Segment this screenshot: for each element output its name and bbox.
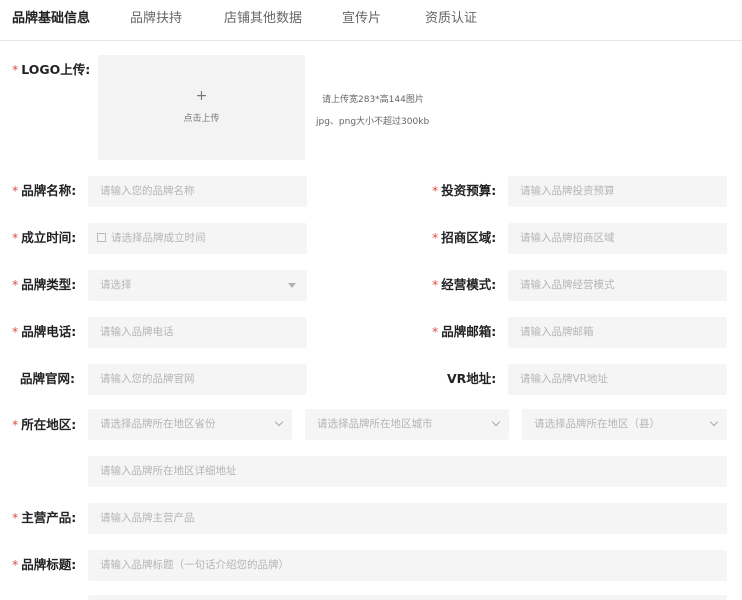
investment-budget-label-text: 投资预算: <box>441 183 497 198</box>
region-label: * 招商区域: <box>432 230 496 246</box>
business-mode-label: * 经营模式: <box>432 277 496 293</box>
investment-budget-input[interactable]: 请输入品牌投资预算 <box>508 176 727 207</box>
county-select[interactable]: 请选择品牌所在地区（县） <box>522 409 727 440</box>
tab-qualification[interactable]: 资质认证 <box>425 10 477 28</box>
founded-time-label: * 成立时间: <box>12 230 76 246</box>
business-mode-label-text: 经营模式: <box>441 277 497 292</box>
business-mode-input[interactable]: 请输入品牌经营模式 <box>508 270 727 301</box>
location-label: * 所在地区: <box>12 417 76 433</box>
location-label-text: 所在地区: <box>21 417 77 432</box>
main-products-label-text: 主营产品: <box>21 510 77 525</box>
brand-title-label: * 品牌标题: <box>12 557 76 573</box>
founded-time-label-text: 成立时间: <box>21 230 77 245</box>
main-products-input[interactable]: 请输入品牌主营产品 <box>88 503 727 534</box>
next-field-partial[interactable] <box>88 595 727 600</box>
province-select[interactable]: 请选择品牌所在地区省份 <box>88 409 292 440</box>
plus-icon: + <box>195 88 208 104</box>
brand-phone-label-text: 品牌电话: <box>21 324 77 339</box>
brand-email-label-text: 品牌邮箱: <box>441 324 497 339</box>
brand-website-input[interactable]: 请输入您的品牌官网 <box>88 364 307 395</box>
logo-upload-label-text: LOGO上传: <box>21 62 91 77</box>
county-placeholder: 请选择品牌所在地区（县） <box>534 418 660 430</box>
region-label-text: 招商区域: <box>441 230 497 245</box>
brand-title-label-text: 品牌标题: <box>21 557 77 572</box>
investment-budget-label: * 投资预算: <box>432 183 496 199</box>
brand-name-label-text: 品牌名称: <box>21 183 77 198</box>
brand-title-input[interactable]: 请输入品牌标题（一句话介绍您的品牌） <box>88 550 727 581</box>
required-mark: * <box>12 324 19 339</box>
city-placeholder: 请选择品牌所在地区城市 <box>317 418 433 430</box>
tab-bar: 品牌基础信息 品牌扶持 店铺其他数据 宣传片 资质认证 <box>0 0 742 41</box>
brand-website-label: 品牌官网: <box>20 371 75 386</box>
province-placeholder: 请选择品牌所在地区省份 <box>100 418 216 430</box>
brand-phone-label: * 品牌电话: <box>12 324 76 340</box>
tab-promo-video[interactable]: 宣传片 <box>342 10 381 28</box>
caret-down-icon <box>288 283 296 288</box>
logo-size-hint: 请上传宽283*高144图片 <box>322 95 424 105</box>
brand-email-input[interactable]: 请输入品牌邮箱 <box>508 317 727 348</box>
calendar-icon <box>97 233 106 242</box>
required-mark: * <box>12 230 19 245</box>
address-detail-input[interactable]: 请输入品牌所在地区详细地址 <box>88 456 727 487</box>
chevron-down-icon <box>274 417 284 427</box>
logo-format-hint: jpg、png大小不超过300kb <box>316 117 430 127</box>
logo-upload-label: * LOGO上传: <box>12 62 90 78</box>
upload-text: 点击上传 <box>183 114 220 124</box>
required-mark: * <box>12 417 19 432</box>
brand-type-label-text: 品牌类型: <box>21 277 77 292</box>
city-select[interactable]: 请选择品牌所在地区城市 <box>305 409 509 440</box>
brand-phone-input[interactable]: 请输入品牌电话 <box>88 317 307 348</box>
founded-time-placeholder: 请选择品牌成立时间 <box>111 232 206 244</box>
brand-type-select[interactable]: 请选择 <box>88 270 307 301</box>
required-mark: * <box>432 183 439 198</box>
required-mark: * <box>12 277 19 292</box>
required-mark: * <box>432 277 439 292</box>
required-mark: * <box>12 62 19 77</box>
founded-time-picker[interactable]: 请选择品牌成立时间 <box>88 223 307 254</box>
main-products-label: * 主营产品: <box>12 510 76 526</box>
brand-email-label: * 品牌邮箱: <box>432 324 496 340</box>
brand-name-input[interactable]: 请输入您的品牌名称 <box>88 176 307 207</box>
logo-upload-button[interactable]: + 点击上传 <box>98 55 305 160</box>
vr-address-input[interactable]: 请输入品牌VR地址 <box>508 364 727 395</box>
brand-type-placeholder: 请选择 <box>100 279 132 291</box>
brand-type-label: * 品牌类型: <box>12 277 76 293</box>
chevron-down-icon <box>491 417 501 427</box>
chevron-down-icon <box>709 417 719 427</box>
tab-store-other-data[interactable]: 店铺其他数据 <box>224 10 302 28</box>
region-input[interactable]: 请输入品牌招商区域 <box>508 223 727 254</box>
required-mark: * <box>12 183 19 198</box>
required-mark: * <box>432 230 439 245</box>
tab-brand-basic-info[interactable]: 品牌基础信息 <box>12 10 90 28</box>
required-mark: * <box>432 324 439 339</box>
tab-brand-support[interactable]: 品牌扶持 <box>130 10 182 28</box>
required-mark: * <box>12 557 19 572</box>
vr-address-label: VR地址: <box>447 371 497 386</box>
required-mark: * <box>12 510 19 525</box>
brand-name-label: * 品牌名称: <box>12 183 76 199</box>
